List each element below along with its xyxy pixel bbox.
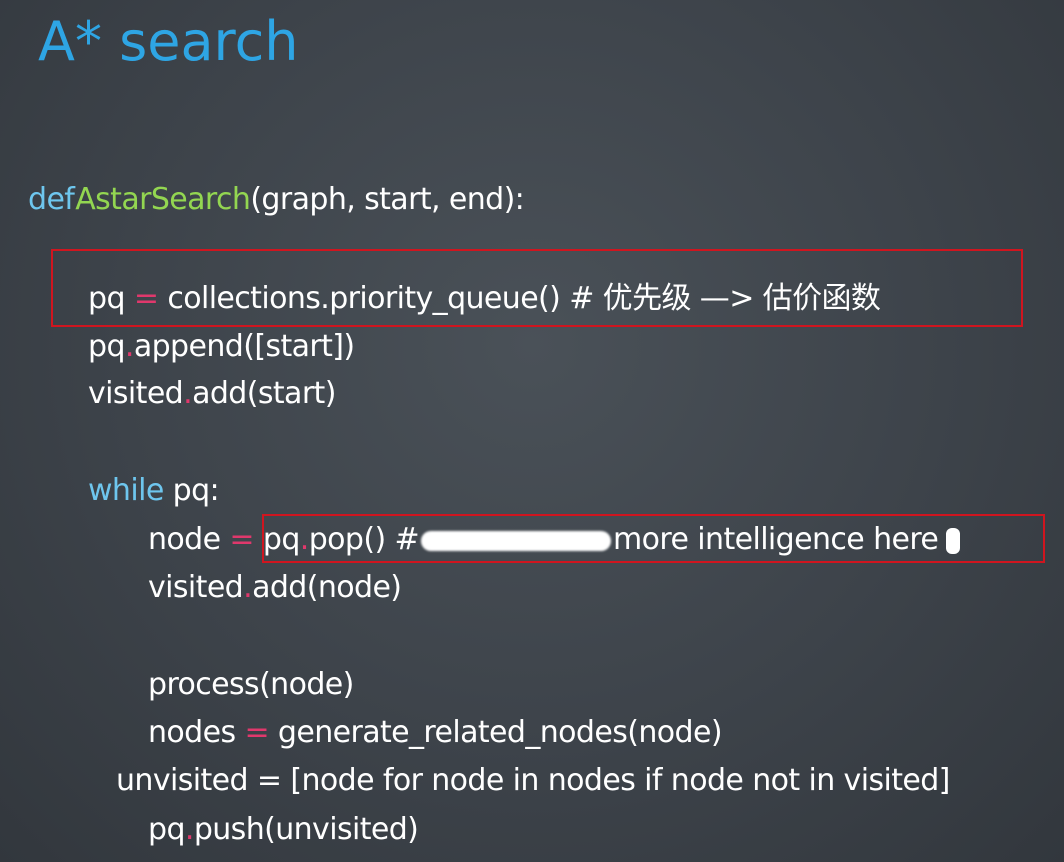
- redacted-mark: [946, 527, 961, 554]
- add-call: add(start): [192, 376, 336, 411]
- pq-var: pq: [262, 522, 300, 557]
- dot-operator: .: [124, 329, 135, 364]
- visited-var: visited: [88, 376, 184, 411]
- code-line-while: while pq:: [88, 471, 220, 511]
- code-line-append: pq.append([start]): [88, 327, 355, 367]
- code-line-unvisited: unvisited = [node for node in nodes if n…: [116, 761, 950, 801]
- def-keyword: def: [28, 182, 75, 217]
- assign-operator: =: [244, 715, 269, 750]
- function-params: (graph, start, end):: [250, 182, 525, 217]
- while-keyword: while: [88, 473, 164, 508]
- pq-var: pq: [148, 812, 185, 847]
- pq-init-expr: collections.priority_queue() # 优先级 —> 估价…: [167, 281, 881, 316]
- generate-call: generate_related_nodes(node): [277, 715, 723, 750]
- append-call: append([start]): [133, 329, 355, 364]
- code-line-nodes: nodes = generate_related_nodes(node): [148, 713, 723, 753]
- code-line-visited-node: visited.add(node): [148, 568, 402, 608]
- redacted-text: [421, 530, 612, 551]
- code-line-pq-init: pq = collections.priority_queue() # 优先级 …: [88, 279, 881, 319]
- code-line-def: def AstarSearch(graph, start, end):: [28, 180, 525, 220]
- pop-call: pop() #: [308, 522, 420, 557]
- assign-operator: =: [133, 281, 159, 316]
- process-call: process(node): [148, 667, 354, 702]
- pq-var: pq: [88, 281, 125, 316]
- dot-operator: .: [243, 570, 253, 605]
- pop-comment: more intelligence here: [613, 522, 939, 557]
- code-line-visited-start: visited.add(start): [88, 374, 336, 414]
- function-name: AstarSearch: [75, 182, 251, 217]
- pq-var: pq: [88, 329, 125, 364]
- visited-var: visited: [148, 570, 244, 605]
- dot-operator: .: [184, 812, 195, 847]
- add-call: add(node): [252, 570, 402, 605]
- node-var: node: [148, 522, 221, 557]
- code-line-push: pq.push(unvisited): [148, 810, 419, 850]
- assign-operator: =: [229, 522, 254, 557]
- slide-title: A* search: [38, 10, 299, 73]
- nodes-var: nodes: [148, 715, 236, 750]
- code-line-node-pop: node = pq.pop() # more intelligence here: [148, 520, 961, 560]
- dot-operator: .: [299, 522, 310, 557]
- code-line-process: process(node): [148, 665, 354, 705]
- push-call: push(unvisited): [193, 812, 419, 847]
- unvisited-expr: unvisited = [node for node in nodes if n…: [116, 763, 950, 798]
- while-condition: pq:: [163, 473, 220, 508]
- dot-operator: .: [183, 376, 193, 411]
